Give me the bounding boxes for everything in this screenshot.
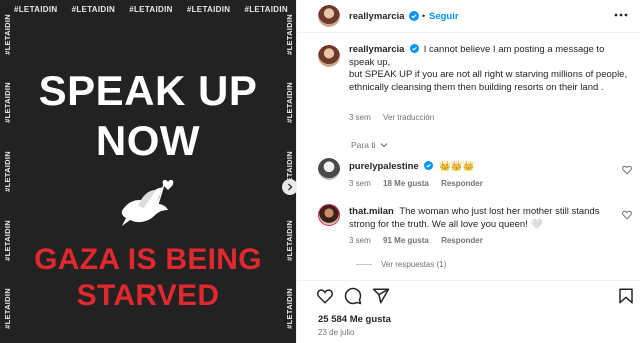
post-actions: 25 584 Me gusta 23 de julio (297, 280, 640, 343)
caption-text-line2: but SPEAK UP if you are not all right w … (349, 69, 628, 93)
comment-likes[interactable]: 91 Me gusta (383, 236, 429, 245)
bookmark-icon[interactable] (617, 287, 635, 305)
caption-avatar[interactable] (318, 45, 340, 67)
chevron-right-icon (288, 183, 293, 191)
follow-button[interactable]: Seguir (429, 11, 459, 22)
post-subheadline: GAZA IS BEING STARVED (0, 242, 296, 314)
hashtag-text: #LETAIDIN (71, 5, 116, 14)
hashtag-text: #LETAIDIN (2, 13, 12, 55)
comment-item: purelypalestine 👑👑👑 (349, 161, 609, 174)
comment-likes[interactable]: 18 Me gusta (383, 179, 429, 188)
caption: reallymarcia I cannot believe I am posti… (349, 44, 631, 94)
more-options-icon[interactable] (614, 12, 628, 18)
next-image-button[interactable] (282, 179, 296, 195)
post-header: reallymarcia • Seguir (297, 0, 640, 33)
verified-badge-icon (424, 161, 434, 170)
comment-meta: 3 sem 91 Me gusta Responder (349, 236, 493, 245)
caption-meta: 3 sem Ver traducción (349, 113, 444, 122)
comment-bubble-icon[interactable] (344, 287, 362, 305)
hashtag-text: #LETAIDIN (284, 13, 294, 55)
view-replies-button[interactable]: Ver respuestas (1) (381, 260, 446, 269)
headline-line: SPEAK UP (38, 67, 258, 114)
commenter-avatar[interactable] (318, 158, 340, 180)
caption-time: 3 sem (349, 113, 371, 122)
comment-meta: 3 sem 18 Me gusta Responder (349, 179, 493, 188)
verified-badge-icon (410, 44, 420, 53)
dove-icon (121, 179, 174, 226)
reply-button[interactable]: Responder (441, 236, 483, 245)
for-you-filter[interactable]: Para ti (351, 140, 388, 150)
commenter-avatar[interactable] (318, 204, 340, 226)
reply-button[interactable]: Responder (441, 179, 483, 188)
chevron-down-icon (380, 143, 388, 148)
post-sidebar: reallymarcia • Seguir reallymarcia I can… (296, 0, 640, 343)
heart-icon[interactable] (622, 165, 632, 175)
comment-time: 3 sem (349, 179, 371, 188)
hashtag-text: #LETAIDIN (186, 5, 231, 14)
likes-count[interactable]: 25 584 Me gusta (318, 314, 391, 325)
comment-item: that.milan The woman who just lost her m… (349, 206, 609, 231)
post-date: 23 de julio (318, 328, 355, 337)
header-username[interactable]: reallymarcia (349, 11, 404, 22)
avatar[interactable] (318, 5, 340, 27)
headline-line: NOW (95, 117, 201, 164)
hashtag-text: #LETAIDIN (129, 5, 173, 14)
post-headline: SPEAK UP NOW (0, 66, 296, 166)
verified-badge-icon (409, 11, 419, 21)
translate-link[interactable]: Ver traducción (383, 113, 434, 122)
hashtag-text: #LETAIDIN (14, 5, 58, 14)
comment-time: 3 sem (349, 236, 371, 245)
comment-username[interactable]: purelypalestine (349, 161, 419, 172)
hashtag-text: #LETAIDIN (244, 5, 288, 14)
subheadline-line: GAZA IS BEING (34, 243, 262, 276)
hashtag-row-top: #LETAIDIN #LETAIDIN #LETAIDIN #LETAIDIN … (0, 5, 296, 14)
like-heart-icon[interactable] (316, 287, 334, 305)
share-send-icon[interactable] (372, 287, 390, 305)
post-image: #LETAIDIN #LETAIDIN #LETAIDIN #LETAIDIN … (0, 0, 296, 343)
comment-text: 👑👑👑 (438, 161, 475, 172)
replies-divider (356, 264, 372, 265)
caption-username[interactable]: reallymarcia (349, 44, 404, 55)
comment-username[interactable]: that.milan (349, 206, 394, 217)
for-you-label: Para ti (351, 140, 376, 150)
subheadline-line: STARVED (76, 279, 220, 312)
separator-dot: • (422, 11, 426, 21)
heart-icon[interactable] (622, 210, 632, 220)
